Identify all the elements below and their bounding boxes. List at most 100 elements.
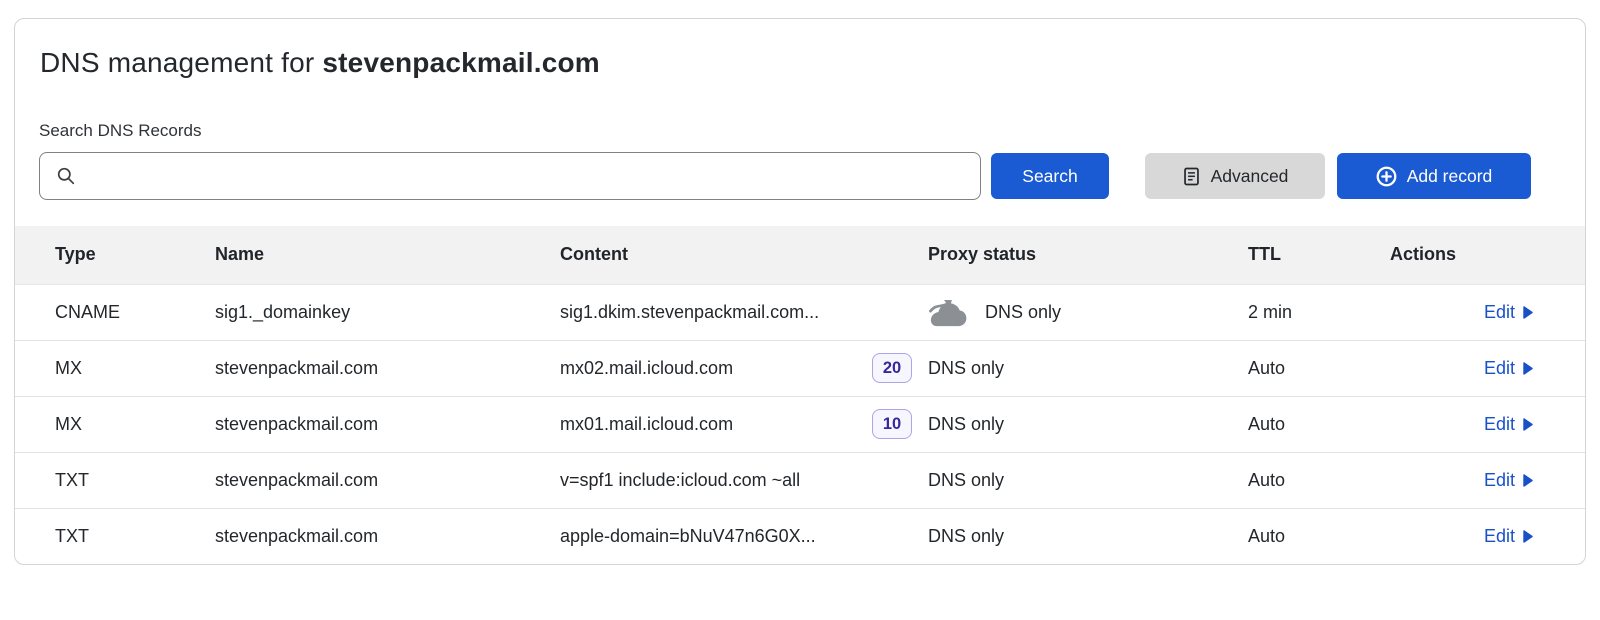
zone-domain-name: stevenpackmail.com	[322, 47, 600, 78]
record-content-cell: mx02.mail.icloud.com 20	[560, 340, 928, 396]
record-name: stevenpackmail.com	[215, 414, 378, 434]
record-proxy-cell: DNS only	[928, 396, 1248, 452]
record-type: TXT	[55, 526, 89, 546]
column-header-content: Content	[560, 226, 928, 284]
record-type: MX	[55, 414, 82, 434]
proxy-status-text: DNS only	[928, 470, 1004, 491]
record-proxy-cell: DNS only	[928, 340, 1248, 396]
table-row: TXT stevenpackmail.com v=spf1 include:ic…	[15, 452, 1585, 508]
record-type-cell: CNAME	[15, 284, 215, 340]
record-type-cell: TXT	[15, 508, 215, 564]
priority-badge: 20	[872, 353, 912, 383]
record-type: MX	[55, 358, 82, 378]
record-ttl-cell: Auto	[1248, 396, 1390, 452]
search-button-label: Search	[1022, 166, 1077, 187]
record-content: apple-domain=bNuV47n6G0X...	[560, 526, 816, 547]
right-triangle-icon	[1523, 530, 1533, 543]
card-header: DNS management for stevenpackmail.com Se…	[15, 19, 1585, 200]
record-type-cell: MX	[15, 396, 215, 452]
search-box[interactable]	[39, 152, 981, 200]
search-input[interactable]	[86, 165, 966, 188]
column-header-proxy-status: Proxy status	[928, 226, 1248, 284]
dns-records-table: Type Name Content Proxy status TTL Actio…	[15, 226, 1585, 564]
record-content-cell: v=spf1 include:icloud.com ~all	[560, 452, 928, 508]
advanced-button-label: Advanced	[1211, 166, 1289, 187]
document-list-icon	[1182, 167, 1201, 186]
edit-link[interactable]: Edit	[1484, 526, 1533, 547]
record-content-cell: sig1.dkim.stevenpackmail.com...	[560, 284, 928, 340]
record-ttl: Auto	[1248, 526, 1285, 546]
proxy-status-text: DNS only	[928, 526, 1004, 547]
column-header-name: Name	[215, 226, 560, 284]
record-content: sig1.dkim.stevenpackmail.com...	[560, 302, 819, 323]
edit-link-label: Edit	[1484, 414, 1515, 435]
record-name-cell: stevenpackmail.com	[215, 452, 560, 508]
record-content-cell: apple-domain=bNuV47n6G0X...	[560, 508, 928, 564]
plus-circle-icon	[1376, 166, 1397, 187]
right-triangle-icon	[1523, 362, 1533, 375]
record-name: stevenpackmail.com	[215, 358, 378, 378]
right-triangle-icon	[1523, 474, 1533, 487]
record-type: CNAME	[55, 302, 120, 322]
record-ttl-cell: Auto	[1248, 508, 1390, 564]
column-header-actions: Actions	[1390, 226, 1585, 284]
record-name: stevenpackmail.com	[215, 526, 378, 546]
edit-link[interactable]: Edit	[1484, 358, 1533, 379]
record-type-cell: MX	[15, 340, 215, 396]
record-proxy-cell: DNS only	[928, 508, 1248, 564]
record-type-cell: TXT	[15, 452, 215, 508]
edit-link-label: Edit	[1484, 526, 1515, 547]
proxy-status-text: DNS only	[928, 358, 1004, 379]
column-header-type: Type	[15, 226, 215, 284]
record-ttl-cell: 2 min	[1248, 284, 1390, 340]
edit-link[interactable]: Edit	[1484, 302, 1533, 323]
search-button[interactable]: Search	[991, 153, 1109, 199]
edit-link[interactable]: Edit	[1484, 414, 1533, 435]
advanced-button[interactable]: Advanced	[1145, 153, 1325, 199]
record-ttl: 2 min	[1248, 302, 1292, 322]
record-name: stevenpackmail.com	[215, 470, 378, 490]
page-title: DNS management for stevenpackmail.com	[40, 47, 1531, 79]
record-ttl: Auto	[1248, 358, 1285, 378]
record-name: sig1._domainkey	[215, 302, 350, 322]
search-icon	[56, 166, 76, 186]
priority-badge: 10	[872, 409, 912, 439]
edit-link-label: Edit	[1484, 470, 1515, 491]
record-content: v=spf1 include:icloud.com ~all	[560, 470, 800, 491]
table-row: TXT stevenpackmail.com apple-domain=bNuV…	[15, 508, 1585, 564]
record-ttl: Auto	[1248, 414, 1285, 434]
edit-link-label: Edit	[1484, 358, 1515, 379]
dns-management-card: DNS management for stevenpackmail.com Se…	[14, 18, 1586, 565]
record-content: mx02.mail.icloud.com	[560, 358, 733, 379]
record-name-cell: stevenpackmail.com	[215, 396, 560, 452]
table-header-row: Type Name Content Proxy status TTL Actio…	[15, 226, 1585, 284]
search-toolbar: Search Advanced	[39, 152, 1531, 200]
dns-only-cloud-icon	[928, 298, 970, 327]
column-header-ttl: TTL	[1248, 226, 1390, 284]
record-ttl-cell: Auto	[1248, 452, 1390, 508]
record-actions-cell: Edit	[1390, 340, 1585, 396]
add-record-button-label: Add record	[1407, 166, 1493, 187]
edit-link-label: Edit	[1484, 302, 1515, 323]
record-content-cell: mx01.mail.icloud.com 10	[560, 396, 928, 452]
record-ttl: Auto	[1248, 470, 1285, 490]
record-ttl-cell: Auto	[1248, 340, 1390, 396]
search-label: Search DNS Records	[39, 121, 1531, 141]
add-record-button[interactable]: Add record	[1337, 153, 1531, 199]
right-triangle-icon	[1523, 306, 1533, 319]
record-name-cell: sig1._domainkey	[215, 284, 560, 340]
record-name-cell: stevenpackmail.com	[215, 340, 560, 396]
edit-link[interactable]: Edit	[1484, 470, 1533, 491]
record-proxy-cell: DNS only	[928, 284, 1248, 340]
record-actions-cell: Edit	[1390, 508, 1585, 564]
dns-records-body: CNAME sig1._domainkey sig1.dkim.stevenpa…	[15, 284, 1585, 564]
record-content: mx01.mail.icloud.com	[560, 414, 733, 435]
proxy-status-text: DNS only	[928, 414, 1004, 435]
record-actions-cell: Edit	[1390, 284, 1585, 340]
right-triangle-icon	[1523, 418, 1533, 431]
record-actions-cell: Edit	[1390, 452, 1585, 508]
record-type: TXT	[55, 470, 89, 490]
table-row: MX stevenpackmail.com mx01.mail.icloud.c…	[15, 396, 1585, 452]
record-proxy-cell: DNS only	[928, 452, 1248, 508]
record-name-cell: stevenpackmail.com	[215, 508, 560, 564]
